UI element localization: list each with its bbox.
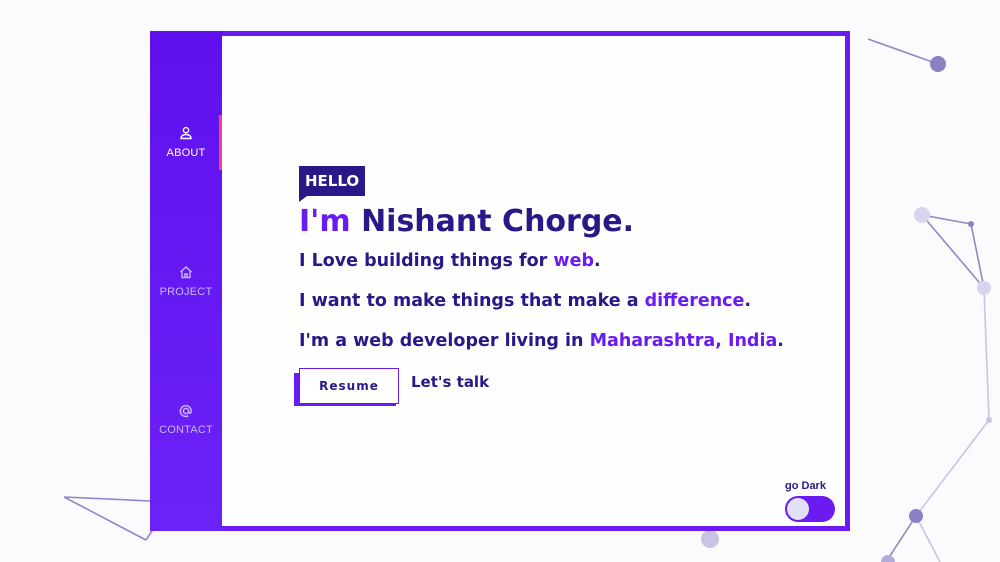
network-node — [701, 530, 719, 548]
nav-label-project: PROJECT — [159, 286, 213, 298]
about-section: HELLO I'm Nishant Chorge. I Love buildin… — [222, 36, 845, 526]
dark-mode-toggle[interactable] — [785, 496, 835, 522]
network-node — [968, 221, 974, 227]
tagline-difference-suffix: . — [744, 291, 752, 311]
nav-item-about[interactable]: ABOUT — [150, 126, 222, 159]
tagline-location-prefix: I'm a web developer living in — [299, 331, 584, 351]
toggle-knob — [787, 498, 809, 520]
network-node — [977, 281, 991, 295]
tagline-difference-prefix: I want to make things that make a — [299, 291, 639, 311]
network-node — [881, 555, 895, 562]
tagline-location-accent: Maharashtra, India — [589, 331, 778, 351]
nav-item-contact[interactable]: CONTACT — [150, 403, 222, 436]
hero-name: Nishant Chorge. — [361, 204, 635, 239]
user-icon — [150, 126, 222, 144]
network-node — [930, 56, 946, 72]
tagline-location: I'm a web developer living in Maharashtr… — [299, 331, 784, 351]
nav-label-about: ABOUT — [166, 147, 206, 159]
resume-button-group: Resume — [294, 368, 399, 406]
tagline-location-suffix: . — [777, 331, 784, 351]
tagline-web-suffix: . — [594, 251, 601, 271]
tagline-difference: I want to make things that make a differ… — [299, 291, 751, 311]
network-node — [986, 417, 992, 423]
tagline-web-prefix: I Love building things for — [299, 251, 548, 271]
home-icon — [150, 265, 222, 283]
tagline-difference-accent: difference — [644, 291, 745, 311]
hello-badge: HELLO — [299, 166, 366, 202]
nav-label-contact: CONTACT — [159, 424, 213, 436]
tagline-web-accent: web — [553, 251, 594, 271]
hero-intro: I'm — [299, 204, 351, 239]
network-node — [909, 509, 923, 523]
nav-item-project[interactable]: PROJECT — [150, 265, 222, 298]
hero-headline: I'm Nishant Chorge. — [299, 204, 634, 239]
sidebar-nav: ABOUT PROJECT CONTACT — [150, 31, 222, 531]
tagline-web: I Love building things for web. — [299, 251, 601, 271]
portfolio-frame: ABOUT PROJECT CONTACT HELLO I'm Nishant … — [150, 31, 850, 531]
resume-button[interactable]: Resume — [299, 368, 399, 404]
dark-mode-label: go Dark — [785, 480, 826, 492]
network-node — [914, 207, 930, 223]
at-icon — [150, 403, 222, 421]
lets-talk-link[interactable]: Let's talk — [411, 373, 489, 391]
